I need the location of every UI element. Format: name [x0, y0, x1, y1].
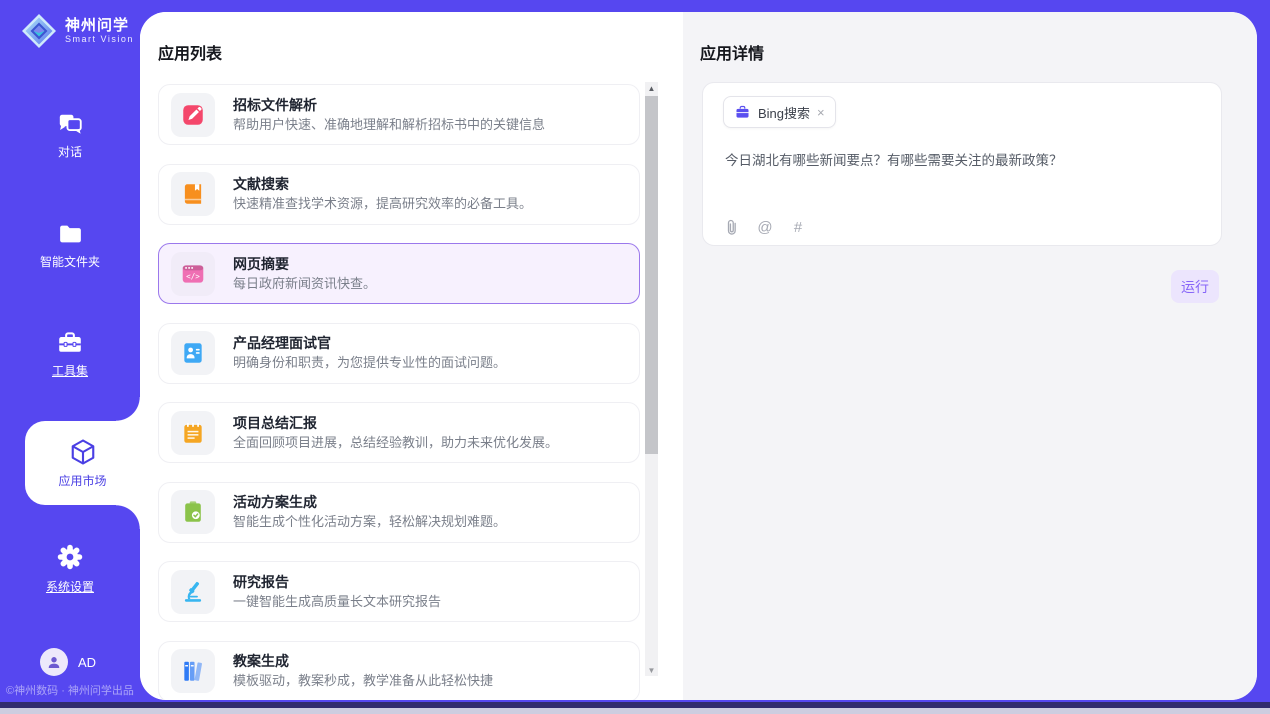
scroll-up-icon[interactable]: ▲	[645, 82, 658, 94]
app-card-title: 教案生成	[233, 652, 493, 670]
tool-tag-label: Bing搜索	[758, 103, 810, 122]
app-card[interactable]: 教案生成 模板驱动，教案秒成，教学准备从此轻松快捷	[158, 641, 640, 701]
app-list: 招标文件解析 帮助用户快速、准确地理解和解析招标书中的关键信息 文献搜索 快速精…	[158, 84, 640, 700]
chat-bubbles-icon	[57, 112, 84, 136]
app-list-title: 应用列表	[158, 40, 222, 64]
edit-square-icon	[180, 102, 206, 128]
app-card[interactable]: 网页摘要 每日政府新闻资讯快查。	[158, 243, 640, 304]
brand-subtitle: Smart Vision	[65, 34, 134, 45]
sidebar-item-settings[interactable]: 系统设置	[0, 543, 140, 595]
app-detail-panel: 应用详情 Bing搜索 × 今日湖北有哪些新闻要点？有哪些需要关注的最新政策？	[683, 12, 1257, 700]
app-card-title: 网页摘要	[233, 255, 376, 273]
sidebar-item-label: 智能文件夹	[40, 253, 100, 270]
app-card-description: 快速精准查找学术资源，提高研究效率的必备工具。	[233, 195, 532, 213]
app-card-title: 活动方案生成	[233, 493, 506, 511]
notepad-icon	[180, 420, 206, 446]
app-card-description: 每日政府新闻资讯快查。	[233, 275, 376, 293]
microscope-icon	[180, 579, 206, 605]
paperclip-icon[interactable]	[723, 217, 741, 237]
diamond-logo-icon	[20, 12, 58, 50]
app-card-description: 明确身份和职责，为您提供专业性的面试问题。	[233, 354, 506, 372]
app-card[interactable]: 招标文件解析 帮助用户快速、准确地理解和解析招标书中的关键信息	[158, 84, 640, 145]
app-window: 神州问学 Smart Vision 对话 智能文件夹	[0, 0, 1270, 714]
window-bottom-strip-light	[0, 708, 1270, 714]
brand-name: 神州问学	[65, 17, 134, 34]
sidebar-item-toolset[interactable]: 工具集	[0, 330, 140, 379]
person-icon	[45, 653, 63, 671]
books-icon	[180, 658, 206, 684]
main-content: 应用列表 招标文件解析 帮助用户快速、准确地理解和解析招标书中的关键信息	[140, 12, 1257, 700]
sidebar-item-smart-folders[interactable]: 智能文件夹	[0, 222, 140, 270]
app-detail-title: 应用详情	[700, 40, 764, 64]
sidebar-item-label: 系统设置	[46, 578, 94, 595]
sidebar-item-label: 对话	[58, 143, 82, 160]
app-card[interactable]: 文献搜索 快速精准查找学术资源，提高研究效率的必备工具。	[158, 164, 640, 225]
app-card[interactable]: 研究报告 一键智能生成高质量长文本研究报告	[158, 561, 640, 622]
hash-icon[interactable]: #	[789, 217, 807, 237]
app-card-description: 全面回顾项目进展，总结经验教训，助力未来优化发展。	[233, 434, 558, 452]
browser-code-icon	[180, 261, 206, 287]
sidebar-item-label: 应用市场	[58, 472, 106, 489]
app-card-title: 文献搜索	[233, 175, 532, 193]
composer-toolbar: @ #	[723, 217, 807, 237]
clipboard-check-icon	[180, 499, 206, 525]
app-card-title: 项目总结汇报	[233, 414, 558, 432]
tab-curve-bottom	[116, 505, 140, 529]
avatar	[40, 648, 68, 676]
app-icon-tile	[171, 331, 215, 375]
user-account[interactable]: AD	[40, 648, 96, 676]
tab-curve-top	[116, 397, 140, 421]
app-icon-tile	[171, 490, 215, 534]
book-icon	[180, 181, 206, 207]
sidebar-item-app-market[interactable]: 应用市场	[25, 421, 140, 505]
close-icon[interactable]: ×	[817, 106, 825, 119]
cube-icon	[68, 437, 98, 467]
app-list-panel: 应用列表 招标文件解析 帮助用户快速、准确地理解和解析招标书中的关键信息	[140, 12, 683, 700]
sidebar: 神州问学 Smart Vision 对话 智能文件夹	[0, 0, 140, 702]
scroll-down-icon[interactable]: ▼	[645, 664, 658, 676]
prompt-input-card[interactable]: Bing搜索 × 今日湖北有哪些新闻要点？有哪些需要关注的最新政策？ @ #	[702, 82, 1222, 246]
toolbox-icon	[56, 330, 84, 355]
app-card-description: 一键智能生成高质量长文本研究报告	[233, 593, 441, 611]
app-icon-tile	[171, 411, 215, 455]
app-card[interactable]: 活动方案生成 智能生成个性化活动方案，轻松解决规划难题。	[158, 482, 640, 543]
brand-logo: 神州问学 Smart Vision	[20, 12, 134, 50]
briefcase-icon	[734, 104, 751, 121]
scrollbar-track[interactable]: ▲ ▼	[645, 82, 658, 676]
app-card-description: 模板驱动，教案秒成，教学准备从此轻松快捷	[233, 672, 493, 690]
app-card-description: 智能生成个性化活动方案，轻松解决规划难题。	[233, 513, 506, 531]
app-card-title: 招标文件解析	[233, 96, 545, 114]
resume-person-icon	[180, 340, 206, 366]
tool-tag-bing-search[interactable]: Bing搜索 ×	[723, 96, 836, 128]
gear-icon	[56, 543, 84, 571]
copyright-footer: ©神州数码 · 神州问学出品	[0, 682, 140, 698]
sidebar-item-label: 工具集	[52, 362, 88, 379]
app-icon-tile	[171, 570, 215, 614]
run-button[interactable]: 运行	[1171, 270, 1219, 303]
app-icon-tile	[171, 252, 215, 296]
app-card-description: 帮助用户快速、准确地理解和解析招标书中的关键信息	[233, 116, 545, 134]
app-icon-tile	[171, 649, 215, 693]
folder-icon	[57, 222, 84, 246]
app-card-title: 产品经理面试官	[233, 334, 506, 352]
app-icon-tile	[171, 93, 215, 137]
scrollbar-thumb[interactable]	[645, 96, 658, 454]
mention-icon[interactable]: @	[756, 217, 774, 237]
app-card[interactable]: 项目总结汇报 全面回顾项目进展，总结经验教训，助力未来优化发展。	[158, 402, 640, 463]
query-text[interactable]: 今日湖北有哪些新闻要点？有哪些需要关注的最新政策？	[725, 151, 1201, 171]
app-card[interactable]: 产品经理面试官 明确身份和职责，为您提供专业性的面试问题。	[158, 323, 640, 384]
sidebar-item-chat[interactable]: 对话	[0, 112, 140, 160]
user-initials: AD	[78, 655, 96, 670]
app-card-title: 研究报告	[233, 573, 441, 591]
app-icon-tile	[171, 172, 215, 216]
